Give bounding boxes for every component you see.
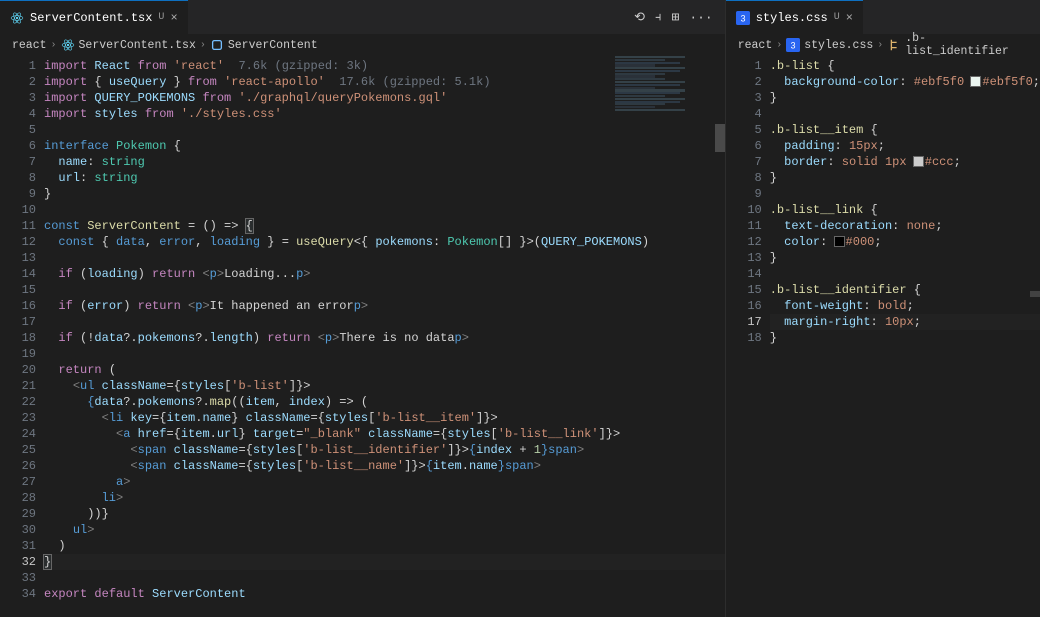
tab-actions: ⟲ ⫞ ⊞ ··· <box>634 10 725 25</box>
css-file-icon: 3 <box>786 38 800 52</box>
dirty-indicator: U <box>158 12 164 23</box>
more-icon[interactable]: ··· <box>689 10 712 25</box>
editor-pane-right: 3 styles.css U × react › 3 styles.css › … <box>726 0 1040 617</box>
variable-symbol-icon <box>210 38 224 52</box>
close-icon[interactable]: × <box>846 11 853 25</box>
breadcrumb[interactable]: react › ServerContent.tsx › ServerConten… <box>0 34 725 56</box>
breadcrumb-item[interactable]: .b-list_identifier <box>905 32 1028 58</box>
tab-bar: ServerContent.tsx U × ⟲ ⫞ ⊞ ··· <box>0 0 725 34</box>
breadcrumb-item[interactable]: ServerContent.tsx <box>79 39 196 52</box>
overview-marker <box>1030 291 1040 297</box>
chevron-icon: › <box>776 40 782 51</box>
layout-icon[interactable]: ⊞ <box>671 10 679 25</box>
dirty-indicator: U <box>834 12 840 23</box>
code-editor[interactable]: 123456789101112131415161718 .b-list { ba… <box>726 56 1040 617</box>
code-content[interactable]: import React from 'react' 7.6k (gzipped:… <box>44 56 725 617</box>
scrollbar[interactable] <box>715 56 725 617</box>
chevron-icon: › <box>877 40 883 51</box>
code-editor[interactable]: 1234567891011121314151617181920212223242… <box>0 56 725 617</box>
svg-text:3: 3 <box>791 41 796 51</box>
code-content[interactable]: .b-list { background-color: #ebf5f0 #ebf… <box>770 56 1040 617</box>
tab-servercontent[interactable]: ServerContent.tsx U × <box>0 0 188 34</box>
breadcrumb-item[interactable]: react <box>738 39 773 52</box>
react-file-icon <box>61 38 75 52</box>
history-icon[interactable]: ⟲ <box>634 10 645 25</box>
tab-stylescss[interactable]: 3 styles.css U × <box>726 0 863 34</box>
css-file-icon: 3 <box>736 11 750 25</box>
scrollbar-thumb[interactable] <box>715 124 725 152</box>
chevron-icon: › <box>51 40 57 51</box>
tab-name: styles.css <box>756 11 828 25</box>
chevron-icon: › <box>200 40 206 51</box>
line-gutter: 123456789101112131415161718 <box>726 56 770 617</box>
breadcrumb-item[interactable]: ServerContent <box>228 39 318 52</box>
split-editor-icon[interactable]: ⫞ <box>655 10 662 25</box>
tab-bar: 3 styles.css U × <box>726 0 1040 34</box>
css-rule-symbol-icon <box>887 38 901 52</box>
svg-text:3: 3 <box>740 13 745 23</box>
breadcrumb-item[interactable]: styles.css <box>804 39 873 52</box>
line-gutter: 1234567891011121314151617181920212223242… <box>0 56 44 617</box>
editor-pane-left: ServerContent.tsx U × ⟲ ⫞ ⊞ ··· react › … <box>0 0 726 617</box>
breadcrumb-item[interactable]: react <box>12 39 47 52</box>
tab-name: ServerContent.tsx <box>30 11 152 25</box>
breadcrumb[interactable]: react › 3 styles.css › .b-list_identifie… <box>726 34 1040 56</box>
close-icon[interactable]: × <box>170 11 177 25</box>
react-file-icon <box>10 11 24 25</box>
